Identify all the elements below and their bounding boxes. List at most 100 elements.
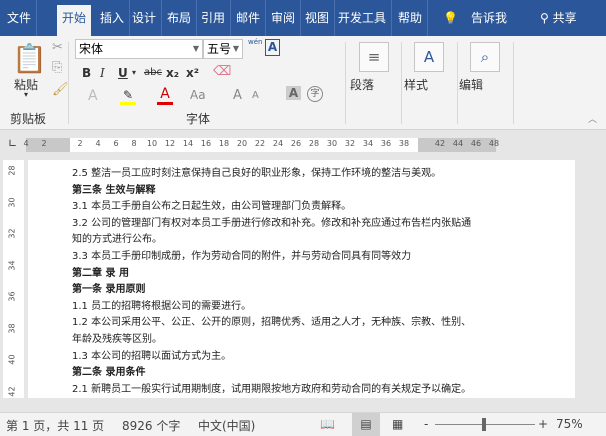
- ruler-tick-label: 10: [146, 139, 158, 148]
- person-icon: ⚲: [540, 11, 549, 25]
- zoom-in-button[interactable]: +: [538, 417, 548, 431]
- horizontal-ruler[interactable]: ∟ 4 2 2 4 6 8 10 12 14 16 18 20 22 24 26 28 30 32 34 36 38 42…: [0, 130, 606, 160]
- text-line[interactable]: 1.2 本公司采用公平、公正、公开的原则，招聘优秀、适用之人才，无种族、宗教、性…: [72, 313, 471, 328]
- word-count[interactable]: 8926 个字: [122, 417, 180, 434]
- clipboard-group-label: 剪贴板: [10, 112, 47, 126]
- web-layout-icon[interactable]: ▦: [392, 417, 403, 431]
- ruler-tick-label: 28: [7, 165, 17, 176]
- tell-me-button[interactable]: 告诉我: [466, 0, 512, 36]
- cut-icon[interactable]: ✂: [52, 40, 63, 55]
- heading-line[interactable]: 第二条 录用条件: [72, 363, 145, 378]
- paragraph-icon[interactable]: ≡: [359, 42, 389, 72]
- ruler-tick-label: 34: [7, 259, 17, 271]
- enclose-characters-button[interactable]: 字: [307, 86, 323, 102]
- read-mode-icon[interactable]: 📖: [320, 417, 335, 431]
- text-line[interactable]: 3.1 本员工手册自公布之日起生效，由公司管理部门负责解释。: [72, 197, 351, 212]
- superscript-button[interactable]: x²: [186, 66, 199, 80]
- editing-button[interactable]: 编辑: [459, 76, 483, 93]
- heading-line[interactable]: 第一条 录用原则: [72, 280, 145, 295]
- heading-line[interactable]: 第三条 生效与解释: [72, 181, 155, 196]
- ruler-tick-label: 48: [488, 139, 500, 148]
- tab-9[interactable]: 开发工具: [333, 0, 393, 36]
- text-line[interactable]: 知的方式进行公布。: [72, 230, 162, 245]
- zoom-slider-thumb[interactable]: [482, 418, 486, 431]
- tab-8[interactable]: 视图: [300, 0, 336, 36]
- language[interactable]: 中文(中国): [198, 417, 255, 434]
- text-line[interactable]: 2.5 整洁一员工应时刻注意保持自己良好的职业形象，保持工作环境的整洁与美观。: [72, 164, 441, 179]
- chevron-down-icon: ▼: [192, 44, 199, 53]
- styles-button[interactable]: 样式: [404, 76, 428, 93]
- font-size-select[interactable]: 五号 ▼: [203, 39, 243, 59]
- tab-10[interactable]: 帮助: [393, 0, 429, 36]
- zoom-level[interactable]: 75%: [556, 417, 583, 431]
- print-layout-icon[interactable]: ▤: [352, 413, 380, 436]
- font-name-value: 宋体: [79, 42, 104, 56]
- text-line[interactable]: 3.3 本员工手册印制成册，作为劳动合同的附件，并与劳动合同具有同等效力: [72, 247, 411, 262]
- heading-line[interactable]: 第二章 录 用: [72, 264, 129, 279]
- character-shading-button[interactable]: A: [286, 86, 301, 100]
- text-line[interactable]: 1.3 本公司的招聘以面试方式为主。: [72, 347, 231, 362]
- paragraph-button[interactable]: 段落: [350, 76, 374, 93]
- ruler-tick-label: 4: [95, 139, 101, 148]
- tab-5[interactable]: 引用: [196, 0, 232, 36]
- ruler-tick-label: 22: [254, 139, 266, 148]
- ruler-tick-label: 2: [77, 139, 83, 148]
- tab-1[interactable]: 开始: [57, 5, 92, 36]
- ribbon: 📋 粘贴 ▾ ✂ ⎘ 🖌 剪贴板 宋体 ▼ 五号 ▼ wén A B I U ▾ a…: [0, 36, 606, 130]
- ruler-tick-label: 36: [7, 291, 17, 302]
- text-line[interactable]: 2.1 新聘员工一般实行试用期制度，试用期限按地方政府和劳动合同的有关规定予以确…: [72, 380, 471, 395]
- tab-6[interactable]: 邮件: [231, 0, 267, 36]
- ruler-tick-label: 40: [7, 354, 17, 365]
- vertical-ruler[interactable]: 28 30 32 34 36 38 40 42: [3, 160, 24, 398]
- change-case-button[interactable]: Aa: [190, 88, 206, 102]
- font-group-label: 字体: [186, 112, 211, 126]
- tab-3[interactable]: 设计: [127, 0, 163, 36]
- zoom-out-button[interactable]: -: [424, 417, 428, 431]
- subscript-button[interactable]: x₂: [166, 66, 179, 80]
- tab-4[interactable]: 布局: [162, 0, 198, 36]
- text-line[interactable]: 1.1 员工的招聘将根据公司的需要进行。: [72, 297, 251, 312]
- tab-7[interactable]: 审阅: [266, 0, 302, 36]
- ruler-tick-label: 14: [182, 139, 194, 148]
- tab-selector-icon[interactable]: ∟: [8, 137, 17, 150]
- font-name-select[interactable]: 宋体 ▼: [75, 39, 203, 59]
- copy-icon[interactable]: ⎘: [52, 60, 62, 75]
- ruler-tick-label: 32: [344, 139, 356, 148]
- chevron-down-icon: ▼: [232, 44, 239, 53]
- font-size-value: 五号: [207, 42, 232, 56]
- ruler-tick-label: 24: [272, 139, 284, 148]
- character-border-button[interactable]: A: [265, 39, 280, 56]
- underline-button[interactable]: U: [118, 66, 128, 80]
- page-count[interactable]: 第 1 页，共 11 页: [6, 417, 104, 434]
- lightbulb-icon[interactable]: 💡: [438, 0, 463, 36]
- shrink-font-button[interactable]: A: [252, 90, 259, 101]
- share-button[interactable]: ⚲ 共享: [535, 0, 582, 36]
- ruler-tick-label: 12: [164, 139, 176, 148]
- ruler-tick-label: 26: [290, 139, 302, 148]
- format-painter-icon[interactable]: 🖌: [52, 82, 69, 97]
- ruler-tick-label: 4: [23, 139, 29, 148]
- paste-dropdown[interactable]: ▾: [24, 90, 28, 99]
- styles-icon[interactable]: A: [414, 42, 444, 72]
- collapse-ribbon-icon[interactable]: ︿: [588, 112, 597, 125]
- ruler-tick-label: 30: [326, 139, 338, 148]
- strikethrough-button[interactable]: abc: [144, 67, 162, 78]
- clear-formatting-icon[interactable]: ⌫: [213, 64, 231, 79]
- highlight-color-button[interactable]: ✎: [120, 88, 136, 105]
- underline-dropdown[interactable]: ▾: [132, 68, 136, 77]
- text-effects-button[interactable]: A: [88, 88, 98, 104]
- italic-button[interactable]: I: [100, 66, 105, 80]
- bold-button[interactable]: B: [82, 66, 91, 80]
- tab-2[interactable]: 插入: [95, 0, 131, 36]
- search-icon[interactable]: ⌕: [470, 42, 500, 72]
- text-line[interactable]: 3.2 公司的管理部门有权对本员工手册进行修改和补充。修改和补充应通过布告栏内张…: [72, 214, 471, 229]
- text-line[interactable]: 年龄及残疾等区别。: [72, 330, 162, 345]
- grow-font-button[interactable]: A: [233, 88, 242, 103]
- document-page[interactable]: 2.5 整洁一员工应时刻注意保持自己良好的职业形象，保持工作环境的整洁与美观。第…: [28, 160, 575, 398]
- font-color-button[interactable]: A: [157, 86, 173, 105]
- tab-0[interactable]: 文件: [2, 0, 38, 36]
- ruler-tick-label: 6: [113, 139, 119, 148]
- paste-icon[interactable]: 📋: [12, 42, 47, 75]
- phonetic-guide-button[interactable]: wén: [248, 38, 262, 46]
- ruler-tick-label: 44: [452, 139, 464, 148]
